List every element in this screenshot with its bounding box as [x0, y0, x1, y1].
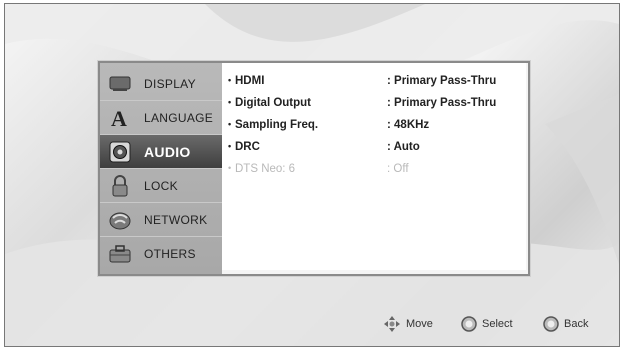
setting-row-dts-neo6: • DTS Neo: 6 : Off: [228, 163, 524, 179]
back-button-icon: [543, 316, 559, 332]
bullet-icon: •: [228, 97, 232, 107]
setting-value: : Auto: [387, 141, 420, 153]
select-button-icon: [461, 316, 477, 332]
setting-row-hdmi[interactable]: • HDMI : Primary Pass-Thru: [228, 75, 524, 91]
setting-row-digital-output[interactable]: • Digital Output : Primary Pass-Thru: [228, 97, 524, 113]
setting-value: : Primary Pass-Thru: [387, 97, 497, 109]
setting-value: : Off: [387, 163, 409, 175]
setting-label: DRC: [235, 141, 260, 153]
select-label: Select: [482, 318, 513, 330]
setting-row-drc[interactable]: • DRC : Auto: [228, 141, 524, 157]
move-arrows-icon: [383, 315, 401, 333]
bullet-icon: •: [228, 163, 232, 173]
bullet-icon: •: [228, 119, 232, 129]
sidebar-item-language[interactable]: A LANGUAGE: [100, 101, 222, 135]
language-icon: A: [108, 107, 132, 129]
svg-text:A: A: [111, 107, 127, 129]
sidebar-item-label: LOCK: [144, 178, 178, 193]
sidebar-item-network[interactable]: NETWORK: [100, 203, 222, 237]
others-icon: [108, 243, 132, 265]
setting-label: Digital Output: [235, 97, 312, 109]
audio-settings-list: • HDMI : Primary Pass-Thru • Digital Out…: [222, 63, 526, 270]
settings-sidebar: DISPLAY A LANGUAGE AUDIO LOCK NETWORK OT…: [100, 63, 222, 274]
setting-row-sampling-freq[interactable]: • Sampling Freq. : 48KHz: [228, 119, 524, 135]
move-label: Move: [406, 318, 433, 330]
sidebar-item-audio[interactable]: AUDIO: [100, 135, 222, 169]
footer-move-hint: Move: [383, 315, 433, 333]
sidebar-item-label: NETWORK: [144, 212, 208, 227]
footer-select-hint: Select: [461, 315, 513, 333]
setting-value: : Primary Pass-Thru: [387, 75, 497, 87]
sidebar-item-others[interactable]: OTHERS: [100, 237, 222, 270]
sidebar-item-display[interactable]: DISPLAY: [100, 67, 222, 101]
bullet-icon: •: [228, 75, 232, 85]
sidebar-item-label: DISPLAY: [144, 76, 196, 91]
footer-back-hint: Back: [543, 315, 588, 333]
sidebar-item-label: OTHERS: [144, 246, 196, 261]
setting-label: Sampling Freq.: [235, 119, 319, 131]
setting-label: DTS Neo: 6: [235, 163, 296, 175]
setting-label: HDMI: [235, 75, 265, 87]
setting-value: : 48KHz: [387, 119, 430, 131]
display-icon: [108, 73, 132, 95]
audio-icon: [108, 141, 132, 163]
sidebar-item-label: AUDIO: [144, 143, 191, 160]
lock-icon: [108, 174, 132, 197]
bullet-icon: •: [228, 141, 232, 151]
network-icon: [108, 209, 132, 231]
tv-screen: DISPLAY A LANGUAGE AUDIO LOCK NETWORK OT…: [4, 3, 620, 347]
sidebar-item-lock[interactable]: LOCK: [100, 169, 222, 203]
settings-panel: DISPLAY A LANGUAGE AUDIO LOCK NETWORK OT…: [98, 61, 530, 276]
sidebar-item-label: LANGUAGE: [144, 110, 214, 125]
back-label: Back: [564, 318, 589, 330]
